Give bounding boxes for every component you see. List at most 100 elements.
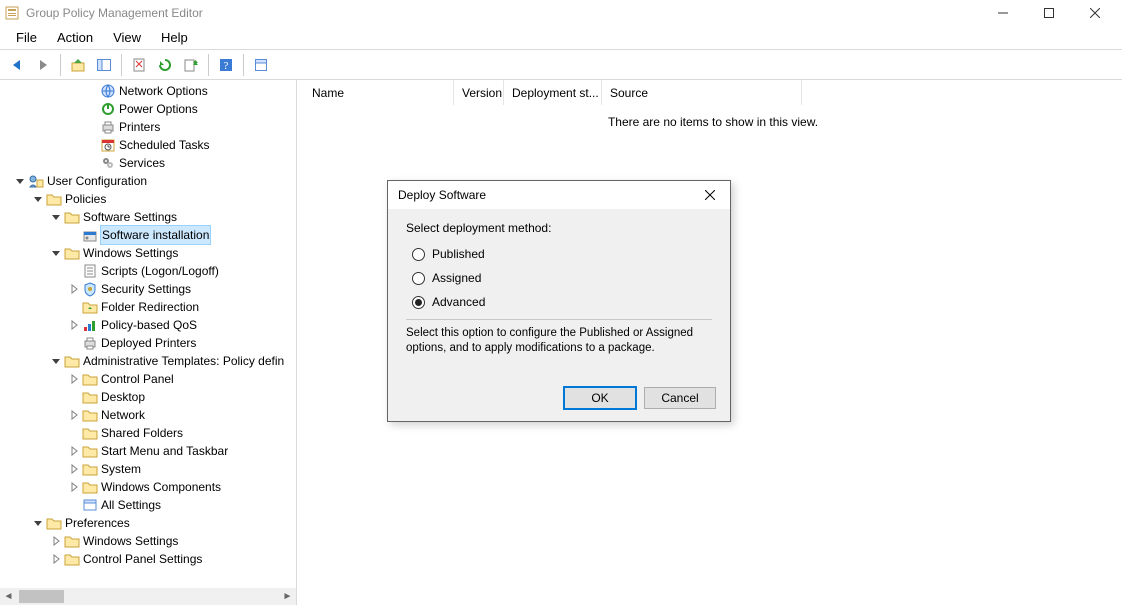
menu-view[interactable]: View: [103, 28, 151, 47]
expand-icon[interactable]: [30, 194, 46, 204]
maximize-button[interactable]: [1026, 0, 1072, 26]
tree-item[interactable]: All Settings: [0, 496, 296, 514]
tree-item[interactable]: Start Menu and Taskbar: [0, 442, 296, 460]
tree-item[interactable]: Software Settings: [0, 208, 296, 226]
tree-item[interactable]: Folder Redirection: [0, 298, 296, 316]
scroll-track[interactable]: [17, 588, 279, 605]
expand-icon[interactable]: [66, 446, 82, 456]
scroll-left-arrow[interactable]: ◄: [0, 588, 17, 605]
expand-icon[interactable]: [30, 518, 46, 528]
tree-item[interactable]: Control Panel: [0, 370, 296, 388]
show-hide-tree-button[interactable]: [92, 53, 116, 77]
folder-icon: [46, 515, 62, 531]
close-button[interactable]: [1072, 0, 1118, 26]
tree-item[interactable]: Power Options: [0, 100, 296, 118]
expand-icon[interactable]: [66, 464, 82, 474]
delete-button[interactable]: [127, 53, 151, 77]
menu-help[interactable]: Help: [151, 28, 198, 47]
expand-icon[interactable]: [66, 320, 82, 330]
menu-bar: File Action View Help: [0, 26, 1122, 50]
expand-icon[interactable]: [48, 536, 64, 546]
expand-icon[interactable]: [48, 212, 64, 222]
tree-item[interactable]: Control Panel Settings: [0, 550, 296, 568]
expand-icon[interactable]: [48, 356, 64, 366]
radio-assigned[interactable]: Assigned: [412, 271, 712, 285]
up-button[interactable]: [66, 53, 90, 77]
usercfg-icon: [28, 173, 44, 189]
horizontal-scrollbar[interactable]: ◄ ►: [0, 588, 296, 605]
tree-item[interactable]: Shared Folders: [0, 424, 296, 442]
col-name[interactable]: Name: [304, 80, 454, 105]
dialog-prompt: Select deployment method:: [406, 221, 712, 235]
tree-item[interactable]: Network: [0, 406, 296, 424]
radio-advanced[interactable]: Advanced: [412, 295, 712, 309]
scroll-right-arrow[interactable]: ►: [279, 588, 296, 605]
tree-item[interactable]: User Configuration: [0, 172, 296, 190]
tree-item[interactable]: Security Settings: [0, 280, 296, 298]
power-icon: [100, 101, 116, 117]
forward-button[interactable]: [31, 53, 55, 77]
tree[interactable]: Network OptionsPower OptionsPrintersSche…: [0, 80, 296, 588]
deploy-software-dialog: Deploy Software Select deployment method…: [387, 180, 731, 422]
tree-item[interactable]: Network Options: [0, 82, 296, 100]
expand-icon[interactable]: [66, 410, 82, 420]
tree-item-label: Deployed Printers: [101, 334, 196, 352]
tree-item-label: Folder Redirection: [101, 298, 199, 316]
tree-item-label: Scripts (Logon/Logoff): [101, 262, 219, 280]
back-button[interactable]: [5, 53, 29, 77]
tree-item[interactable]: Administrative Templates: Policy defin: [0, 352, 296, 370]
expand-icon[interactable]: [66, 284, 82, 294]
folder-icon: [64, 209, 80, 225]
tree-item[interactable]: Software installation: [0, 226, 296, 244]
properties-button[interactable]: [249, 53, 273, 77]
tree-item[interactable]: Windows Settings: [0, 244, 296, 262]
folder-icon: [82, 425, 98, 441]
tree-item-label: Administrative Templates: Policy defin: [83, 352, 284, 370]
radio-published[interactable]: Published: [412, 247, 712, 261]
folder-icon: [82, 407, 98, 423]
dialog-close-button[interactable]: [690, 181, 730, 209]
folder-icon: [64, 533, 80, 549]
tree-item[interactable]: System: [0, 460, 296, 478]
export-button[interactable]: [179, 53, 203, 77]
radio-label: Published: [432, 247, 485, 261]
ok-button[interactable]: OK: [564, 387, 636, 409]
radio-label: Advanced: [432, 295, 485, 309]
expand-icon[interactable]: [48, 248, 64, 258]
tree-item[interactable]: Scheduled Tasks: [0, 136, 296, 154]
cancel-button[interactable]: Cancel: [644, 387, 716, 409]
tree-item[interactable]: Windows Components: [0, 478, 296, 496]
menu-file[interactable]: File: [6, 28, 47, 47]
radio-icon: [412, 272, 425, 285]
tree-item[interactable]: Policies: [0, 190, 296, 208]
expand-icon[interactable]: [48, 554, 64, 564]
script-icon: [82, 263, 98, 279]
folder-icon: [64, 245, 80, 261]
tree-item[interactable]: Printers: [0, 118, 296, 136]
tree-item[interactable]: Services: [0, 154, 296, 172]
splitter[interactable]: [297, 80, 304, 605]
col-source[interactable]: Source: [602, 80, 802, 105]
tree-item[interactable]: Policy-based QoS: [0, 316, 296, 334]
expand-icon[interactable]: [66, 482, 82, 492]
tree-item[interactable]: Preferences: [0, 514, 296, 532]
svg-text:?: ?: [224, 60, 229, 72]
tree-item[interactable]: Desktop: [0, 388, 296, 406]
tree-item[interactable]: Scripts (Logon/Logoff): [0, 262, 296, 280]
toolbar: ?: [0, 50, 1122, 80]
expand-icon[interactable]: [66, 374, 82, 384]
tree-item-label: Power Options: [119, 100, 198, 118]
tree-item[interactable]: Windows Settings: [0, 532, 296, 550]
tree-item[interactable]: Deployed Printers: [0, 334, 296, 352]
net-icon: [100, 83, 116, 99]
col-version[interactable]: Version: [454, 80, 504, 105]
tree-item-label: Network: [101, 406, 145, 424]
expand-icon[interactable]: [12, 176, 28, 186]
scroll-thumb[interactable]: [19, 590, 64, 603]
col-deployment[interactable]: Deployment st...: [504, 80, 602, 105]
help-button[interactable]: ?: [214, 53, 238, 77]
menu-action[interactable]: Action: [47, 28, 103, 47]
dialog-titlebar: Deploy Software: [388, 181, 730, 209]
minimize-button[interactable]: [980, 0, 1026, 26]
refresh-button[interactable]: [153, 53, 177, 77]
